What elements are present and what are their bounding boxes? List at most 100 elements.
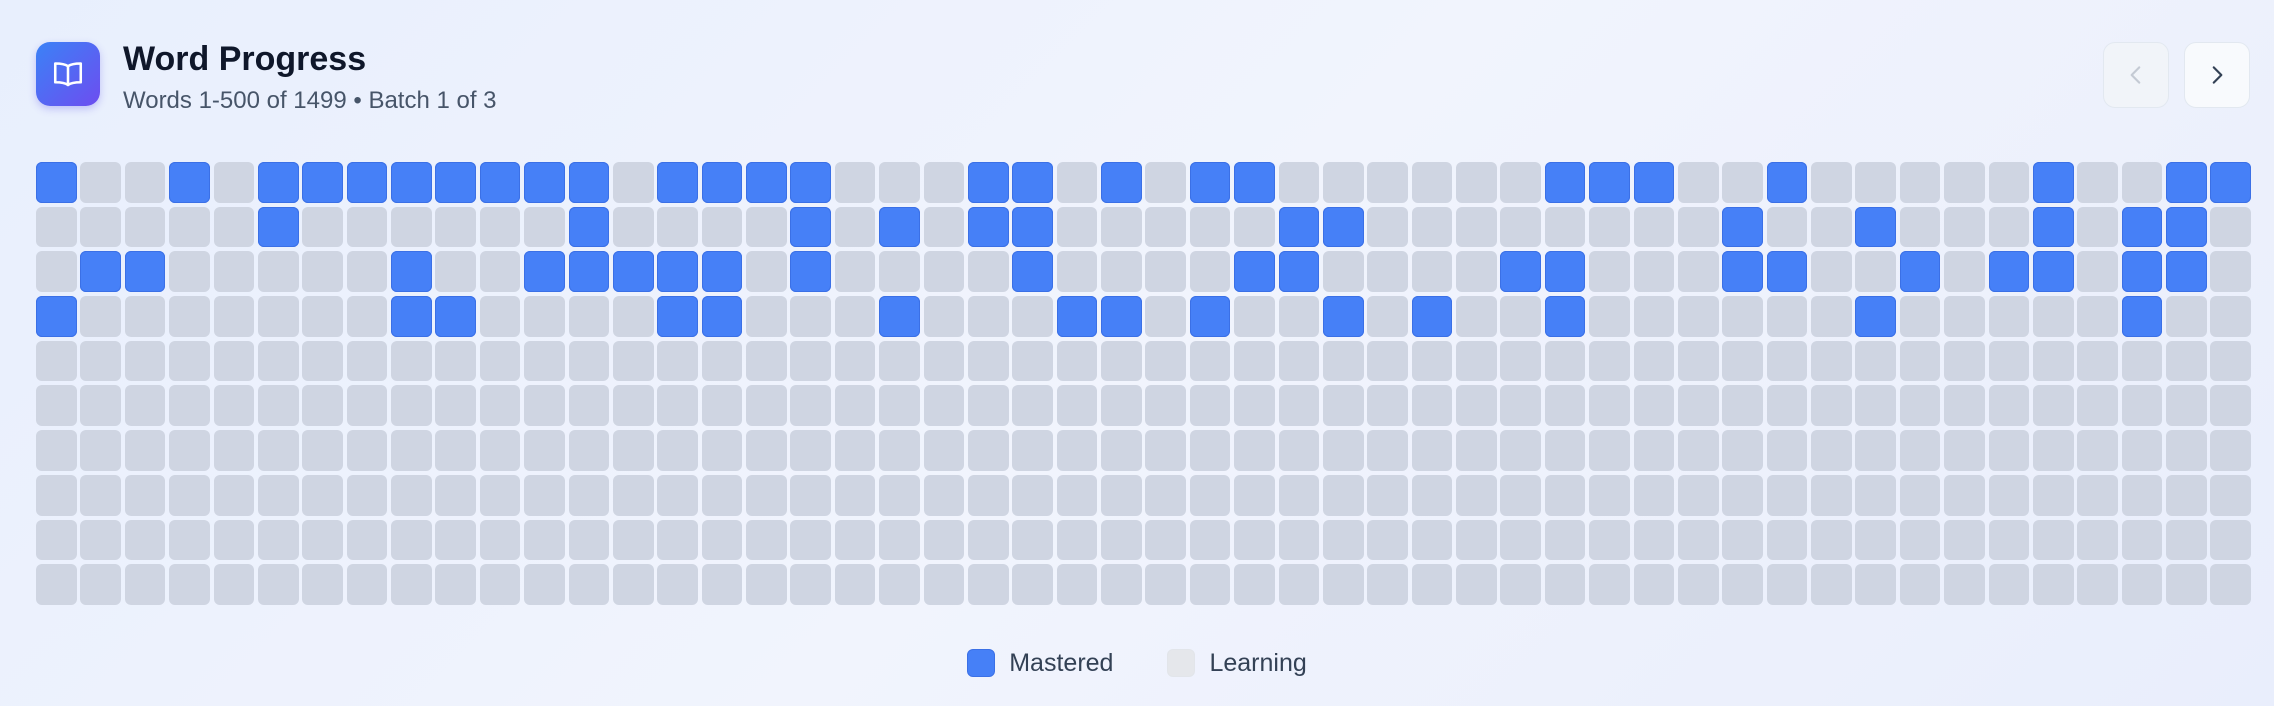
word-cell-learning [1411,385,1453,427]
word-cell-mastered [1189,296,1231,337]
word-cell-learning [36,474,77,516]
word-cell-mastered [1278,251,1320,293]
word-cell-learning [879,340,920,382]
word-cell-learning [1367,251,1408,293]
word-cell-learning [1811,251,1852,293]
word-cell-learning [568,296,610,337]
word-cell-learning [879,519,920,561]
word-cell-learning [1944,519,1985,561]
word-cell-learning [1456,296,1497,337]
word-cell-learning [1722,474,1763,516]
word-cell-learning [701,430,743,471]
word-cell-mastered [2032,206,2074,248]
word-cell-learning [1899,206,1941,248]
word-cell-learning [1367,385,1408,427]
word-cell-learning [790,430,832,471]
word-cell-learning [568,385,610,427]
word-cell-learning [1456,519,1497,561]
word-cell-learning [1855,474,1897,516]
word-cell-learning [1456,385,1497,427]
word-cell-learning [1367,519,1408,561]
word-cell-mastered [1766,162,1808,203]
word-cell-learning [524,474,565,516]
word-cell-learning [169,340,210,382]
batch-subtitle: Words 1-500 of 1499 • Batch 1 of 3 [123,87,497,114]
next-batch-button[interactable] [2184,42,2250,108]
learning-swatch [1167,649,1196,677]
word-cell-learning [1456,340,1497,382]
word-cell-learning [834,162,876,203]
word-cell-learning [302,206,343,248]
word-cell-learning [1633,340,1675,382]
word-cell-learning [302,296,343,337]
word-cell-learning [36,206,77,248]
word-cell-learning [2032,564,2074,605]
word-cell-learning [1189,385,1231,427]
word-cell-learning [1234,206,1275,248]
word-cell-learning [1012,340,1053,382]
word-cell-learning [36,385,77,427]
word-cell-learning [834,251,876,293]
word-cell-learning [701,385,743,427]
word-cell-learning [1544,340,1586,382]
word-cell-learning [1988,519,2030,561]
word-cell-learning [80,340,122,382]
word-cell-learning [479,474,521,516]
word-cell-learning [479,385,521,427]
word-cell-learning [435,206,477,248]
word-cell-learning [435,385,477,427]
word-cell-learning [790,296,832,337]
word-cell-learning [967,564,1009,605]
word-cell-learning [1500,564,1542,605]
word-cell-learning [746,340,787,382]
word-cell-learning [1012,430,1053,471]
word-cell-learning [1367,430,1408,471]
word-cell-mastered [435,162,477,203]
word-cell-learning [36,564,77,605]
word-cell-learning [2121,385,2163,427]
word-cell-learning [790,340,832,382]
word-cell-learning [568,430,610,471]
word-cell-learning [1189,206,1231,248]
word-cell-mastered [2032,162,2074,203]
word-cell-learning [923,430,965,471]
word-cell-learning [1766,474,1808,516]
word-cell-mastered [1012,251,1053,293]
word-cell-learning [1944,206,1985,248]
word-cell-learning [1322,340,1364,382]
word-cell-learning [1101,564,1142,605]
word-cell-learning [169,430,210,471]
word-cell-learning [1456,251,1497,293]
word-cell-learning [346,251,388,293]
legend-label-mastered: Mastered [1009,649,1114,677]
word-cell-learning [1322,251,1364,293]
word-cell-mastered [2121,206,2163,248]
word-cell-learning [879,474,920,516]
word-cell-learning [1411,474,1453,516]
word-cell-mastered [2166,162,2207,203]
word-cell-learning [1145,430,1187,471]
word-cell-learning [80,430,122,471]
previous-batch-button[interactable] [2103,42,2169,108]
word-cell-learning [346,206,388,248]
word-cell-learning [1012,564,1053,605]
word-cell-mastered [701,162,743,203]
word-cell-learning [257,564,299,605]
word-cell-learning [834,385,876,427]
word-cell-mastered [1278,206,1320,248]
word-cell-mastered [967,206,1009,248]
word-cell-learning [435,251,477,293]
word-cell-learning [1811,430,1852,471]
word-cell-learning [2032,474,2074,516]
word-cell-learning [1234,385,1275,427]
word-cell-learning [1234,564,1275,605]
word-cell-learning [213,430,255,471]
word-cell-learning [2121,564,2163,605]
word-cell-learning [1899,340,1941,382]
word-cell-mastered [967,162,1009,203]
word-cell-learning [1677,251,1719,293]
word-cell-learning [1101,206,1142,248]
word-cell-learning [1234,474,1275,516]
word-cell-mastered [879,206,920,248]
word-cell-learning [479,519,521,561]
